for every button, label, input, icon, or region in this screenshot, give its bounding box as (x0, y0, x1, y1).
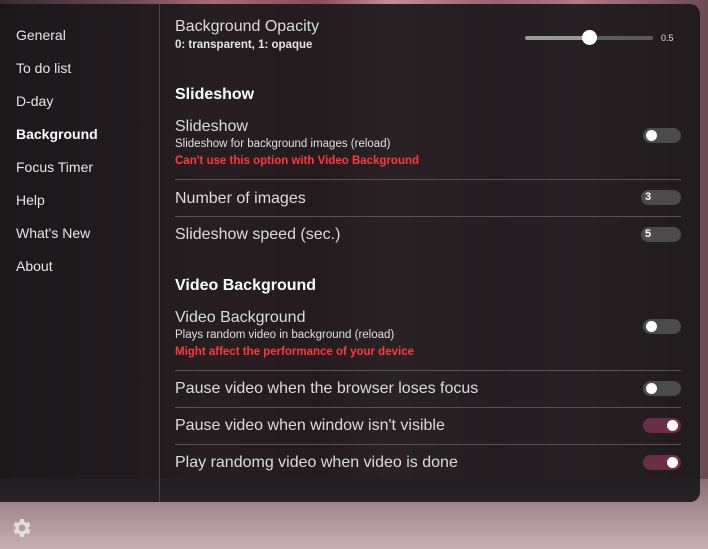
sidebar-item-todo[interactable]: To do list (16, 60, 71, 76)
slideshow-toggle[interactable] (643, 128, 681, 143)
play-random-title: Play randomg video when video is done (175, 454, 458, 471)
play-random-toggle[interactable] (643, 455, 681, 470)
pause-focus-title: Pause video when the browser loses focus (175, 380, 479, 397)
opacity-slider[interactable] (525, 30, 653, 45)
toggle-knob (667, 457, 678, 468)
sidebar: General To do list D-day Background Focu… (0, 4, 160, 502)
toggle-knob (646, 383, 657, 394)
opacity-title: Background Opacity (175, 18, 320, 35)
divider (175, 216, 681, 217)
sidebar-item-dday[interactable]: D-day (16, 93, 53, 109)
pause-hidden-toggle[interactable] (643, 418, 681, 433)
toggle-knob (646, 130, 657, 141)
slideshow-speed-title: Slideshow speed (sec.) (175, 226, 341, 243)
num-images-input[interactable]: 3 (641, 190, 681, 205)
sidebar-item-focus-timer[interactable]: Focus Timer (16, 159, 93, 175)
slideshow-warning: Can't use this option with Video Backgro… (175, 155, 420, 167)
divider (175, 407, 681, 408)
gear-icon[interactable] (9, 516, 33, 540)
sidebar-item-help[interactable]: Help (16, 192, 45, 208)
num-images-title: Number of images (175, 190, 306, 207)
slideshow-title: Slideshow (175, 118, 248, 135)
video-section-title: Video Background (175, 277, 317, 294)
video-bg-warning: Might affect the performance of your dev… (175, 346, 414, 358)
sidebar-item-background[interactable]: Background (16, 126, 98, 142)
sidebar-item-about[interactable]: About (16, 258, 53, 274)
pause-hidden-title: Pause video when window isn't visible (175, 417, 445, 434)
opacity-value: 0.5 (661, 33, 674, 43)
slideshow-speed-input[interactable]: 5 (641, 227, 681, 242)
toggle-knob (667, 420, 678, 431)
video-bg-title: Video Background (175, 309, 306, 326)
video-bg-toggle[interactable] (643, 319, 681, 334)
slideshow-section-title: Slideshow (175, 86, 255, 103)
settings-panel: General To do list D-day Background Focu… (0, 4, 700, 502)
divider (175, 179, 681, 180)
video-bg-desc: Plays random video in background (reload… (175, 329, 395, 341)
opacity-desc: 0: transparent, 1: opaque (175, 39, 313, 51)
opacity-slider-fill (525, 36, 589, 40)
divider (175, 370, 681, 371)
sidebar-item-general[interactable]: General (16, 27, 66, 43)
sidebar-item-whats-new[interactable]: What's New (16, 225, 90, 241)
pause-focus-toggle[interactable] (643, 381, 681, 396)
divider (175, 444, 681, 445)
opacity-slider-thumb[interactable] (582, 30, 597, 45)
slideshow-desc: Slideshow for background images (reload) (175, 138, 391, 150)
toggle-knob (646, 321, 657, 332)
